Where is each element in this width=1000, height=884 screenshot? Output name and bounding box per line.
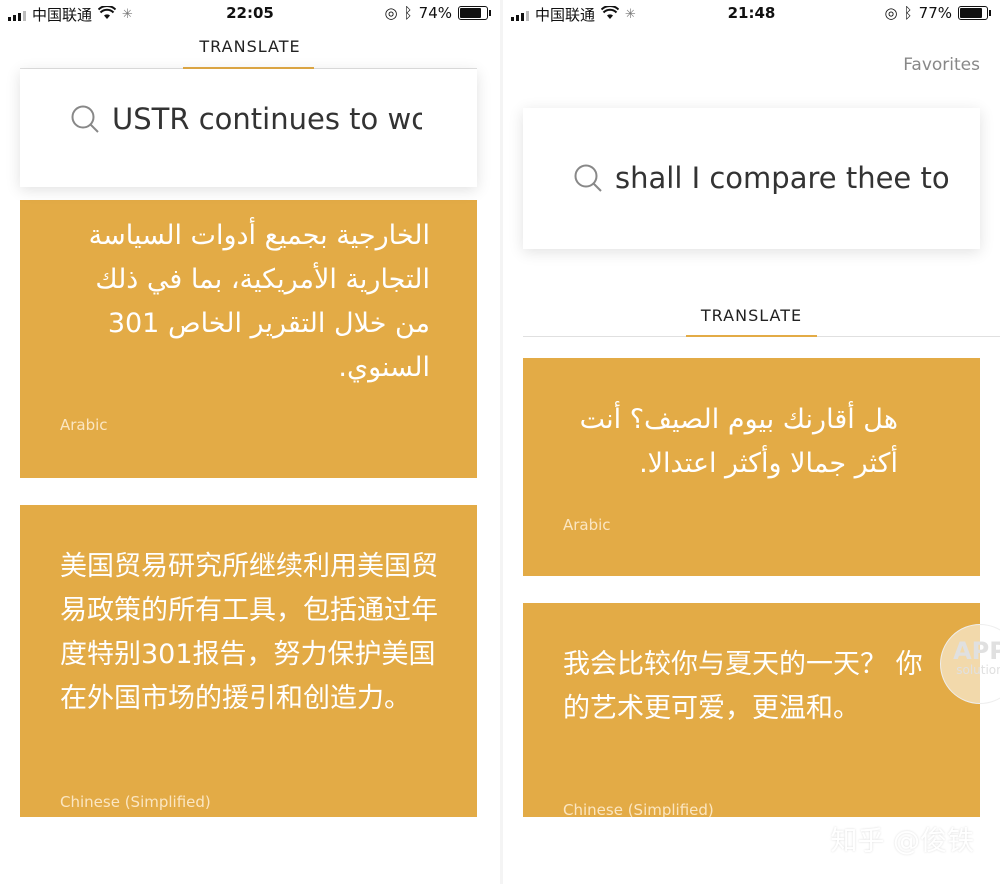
tab-translate[interactable]: TRANSLATE bbox=[0, 37, 500, 56]
search-input[interactable]: USTR continues to wor bbox=[112, 102, 422, 136]
bluetooth-icon: ᛒ bbox=[403, 4, 413, 22]
translation-text: هل أقارنك بيوم الصيف؟ أنت أكثر جمالا وأك… bbox=[579, 404, 898, 479]
translation-card-chinese[interactable]: 美国贸易研究所继续利用美国贸易政策的所有工具，包括通过年度特别301报告，努力保… bbox=[20, 505, 477, 817]
language-label: Arabic bbox=[563, 516, 611, 534]
bluetooth-icon: ᛒ bbox=[903, 4, 913, 22]
translation-text: الخارجية بجميع أدوات السياسة التجارية ال… bbox=[88, 220, 430, 383]
right-screen: 中国联通 ✳ 21:48 ◎ ᛒ 77% Favorites shall I c… bbox=[503, 0, 1000, 884]
language-label: Chinese (Simplified) bbox=[563, 801, 714, 817]
favorites-link[interactable]: Favorites bbox=[903, 55, 980, 75]
tab-active-indicator bbox=[686, 335, 817, 337]
orientation-lock-icon: ◎ bbox=[884, 4, 898, 22]
translation-card-arabic[interactable]: الخارجية بجميع أدوات السياسة التجارية ال… bbox=[20, 200, 477, 478]
battery-percent: 77% bbox=[918, 4, 952, 22]
search-icon bbox=[70, 104, 100, 134]
battery-icon bbox=[458, 6, 491, 20]
translation-text: 我会比较你与夏天的一天？ 你的艺术更可爱，更温和。 bbox=[563, 649, 923, 724]
search-box[interactable]: USTR continues to wor bbox=[20, 69, 477, 187]
battery-percent: 74% bbox=[418, 4, 452, 22]
translation-text: 美国贸易研究所继续利用美国贸易政策的所有工具，包括通过年度特别301报告，努力保… bbox=[60, 551, 438, 714]
translation-card-chinese[interactable]: 我会比较你与夏天的一天？ 你的艺术更可爱，更温和。 Chinese (Simpl… bbox=[523, 603, 980, 817]
search-icon bbox=[573, 163, 603, 193]
left-screen: 中国联通 ✳ 22:05 ◎ ᛒ 74% TRANSLATE الخارجية … bbox=[0, 0, 500, 884]
language-label: Chinese (Simplified) bbox=[60, 793, 211, 811]
search-input[interactable]: shall I compare thee to bbox=[615, 161, 950, 195]
tab-translate[interactable]: TRANSLATE bbox=[503, 306, 1000, 325]
orientation-lock-icon: ◎ bbox=[384, 4, 398, 22]
search-box[interactable]: shall I compare thee to bbox=[523, 108, 980, 249]
status-bar: 中国联通 ✳ 21:48 ◎ ᛒ 77% bbox=[503, 0, 1000, 28]
translation-card-arabic[interactable]: هل أقارنك بيوم الصيف؟ أنت أكثر جمالا وأك… bbox=[523, 358, 980, 576]
battery-icon bbox=[958, 6, 991, 20]
status-bar: 中国联通 ✳ 22:05 ◎ ᛒ 74% bbox=[0, 0, 500, 28]
language-label: Arabic bbox=[60, 416, 108, 434]
watermark: 知乎 @俊铁 bbox=[830, 826, 974, 857]
